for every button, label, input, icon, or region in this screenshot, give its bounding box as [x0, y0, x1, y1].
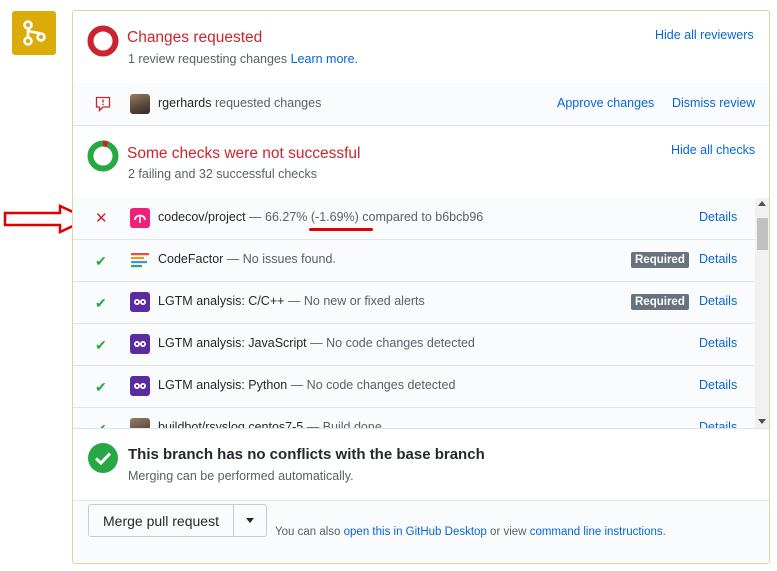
failing-x-icon: ✕ — [95, 210, 108, 227]
check-row-codecov: ✕ codecov/project — 66.27% (-1.69%) comp… — [73, 198, 755, 240]
changes-requested-icon — [87, 25, 119, 57]
success-check-icon: ✔ — [95, 253, 107, 269]
details-link[interactable]: Details — [699, 294, 737, 308]
checks-donut-icon — [87, 140, 119, 172]
details-link[interactable]: Details — [699, 210, 737, 224]
lgtm-icon — [130, 334, 150, 354]
check-desc: — Build done. — [306, 420, 386, 429]
lgtm-icon — [130, 376, 150, 396]
check-row-buildbot: ✔ buildbot/rsyslog centos7-5 — Build don… — [73, 408, 755, 429]
reviewer-action: requested changes — [214, 96, 322, 110]
coverage-delta: (-1.69%) — [310, 210, 359, 224]
check-text: LGTM analysis: C/C++ — No new or fixed a… — [158, 294, 425, 308]
avatar[interactable] — [130, 94, 150, 114]
check-name: buildbot/rsyslog centos7-5 — [158, 420, 304, 429]
check-desc: — No new or fixed alerts — [287, 294, 425, 308]
merge-pull-request-button[interactable]: Merge pull request — [88, 504, 234, 537]
scroll-thumb[interactable] — [757, 218, 768, 250]
checks-scrollbar[interactable] — [755, 198, 769, 428]
check-desc: — No issues found. — [226, 252, 336, 266]
check-name: LGTM analysis: Python — [158, 378, 288, 392]
details-link[interactable]: Details — [699, 378, 737, 392]
review-comment-icon — [95, 96, 111, 112]
check-desc: — 66.27% — [249, 210, 311, 224]
check-name: codecov/project — [158, 210, 246, 224]
checks-title: Some checks were not successful — [127, 145, 361, 162]
check-row-codefactor: ✔ CodeFactor — No issues found. Required… — [73, 240, 755, 282]
hide-all-reviewers-link[interactable]: Hide all reviewers — [655, 28, 754, 42]
codecov-icon — [130, 208, 150, 228]
command-line-instructions-link[interactable]: command line instructions — [530, 526, 663, 538]
check-name: LGTM analysis: C/C++ — [158, 294, 285, 308]
checks-subtitle: 2 failing and 32 successful checks — [128, 167, 317, 181]
check-row-lgtm-python: ✔ LGTM analysis: Python — No code change… — [73, 366, 755, 408]
lgtm-icon — [130, 292, 150, 312]
merge-box: Changes requested 1 review requesting ch… — [72, 10, 770, 564]
checks-section: Some checks were not successful 2 failin… — [73, 125, 769, 199]
approve-changes-button[interactable]: Approve changes — [557, 96, 654, 110]
period-text: . — [662, 526, 666, 538]
reviewer-row: rgerhards requested changes Approve chan… — [73, 83, 769, 126]
checks-list[interactable]: ✕ codecov/project — 66.27% (-1.69%) comp… — [73, 198, 769, 429]
check-name: LGTM analysis: JavaScript — [158, 336, 307, 350]
git-merge-icon — [12, 11, 56, 55]
details-link[interactable]: Details — [699, 420, 737, 428]
required-badge: Required — [631, 294, 689, 310]
check-text: LGTM analysis: Python — No code changes … — [158, 378, 455, 392]
details-link[interactable]: Details — [699, 336, 737, 350]
conflicts-title: This branch has no conflicts with the ba… — [128, 446, 485, 463]
check-name: CodeFactor — [158, 252, 224, 266]
reviewer-text: rgerhards requested changes — [158, 96, 321, 110]
also-text: You can also — [275, 526, 341, 538]
chevron-down-icon — [246, 518, 254, 523]
success-circle-icon — [88, 443, 118, 473]
check-text: codecov/project — 66.27% (-1.69%) compar… — [158, 210, 483, 224]
check-desc: — No code changes detected — [310, 336, 475, 350]
check-desc-suffix: compared to b6bcb96 — [358, 210, 484, 224]
reviews-count-text: 1 review requesting changes — [128, 52, 288, 66]
merge-options-dropdown[interactable] — [233, 504, 267, 537]
reviews-section: Changes requested 1 review requesting ch… — [73, 11, 769, 84]
scroll-down-arrow[interactable] — [758, 419, 766, 424]
check-text: LGTM analysis: JavaScript — No code chan… — [158, 336, 475, 350]
hide-all-checks-link[interactable]: Hide all checks — [671, 143, 755, 157]
success-check-icon: ✔ — [95, 421, 107, 429]
merge-help-text: You can also open this in GitHub Desktop… — [275, 526, 666, 538]
or-view-text: or view — [490, 526, 527, 538]
annotation-underline — [309, 228, 373, 231]
success-check-icon: ✔ — [95, 337, 107, 353]
dismiss-review-button[interactable]: Dismiss review — [672, 96, 755, 110]
scroll-up-arrow[interactable] — [758, 201, 766, 206]
check-text: CodeFactor — No issues found. — [158, 252, 336, 266]
success-check-icon: ✔ — [95, 379, 107, 395]
conflicts-subtitle: Merging can be performed automatically. — [128, 469, 354, 483]
learn-more-link[interactable]: Learn more. — [291, 52, 358, 66]
codefactor-icon — [130, 250, 150, 270]
required-badge: Required — [631, 252, 689, 268]
check-row-lgtm-js: ✔ LGTM analysis: JavaScript — No code ch… — [73, 324, 755, 366]
success-check-icon: ✔ — [95, 295, 107, 311]
reviews-title: Changes requested — [127, 29, 263, 46]
reviewer-name[interactable]: rgerhards — [158, 96, 212, 110]
buildbot-avatar — [130, 418, 150, 428]
reviews-subtitle: 1 review requesting changes Learn more. — [128, 52, 358, 66]
conflicts-section: This branch has no conflicts with the ba… — [73, 429, 769, 501]
github-desktop-link[interactable]: open this in GitHub Desktop — [344, 526, 487, 538]
check-text: buildbot/rsyslog centos7-5 — Build done. — [158, 420, 386, 429]
check-desc: — No code changes detected — [290, 378, 456, 392]
details-link[interactable]: Details — [699, 252, 737, 266]
check-row-lgtm-cpp: ✔ LGTM analysis: C/C++ — No new or fixed… — [73, 282, 755, 324]
